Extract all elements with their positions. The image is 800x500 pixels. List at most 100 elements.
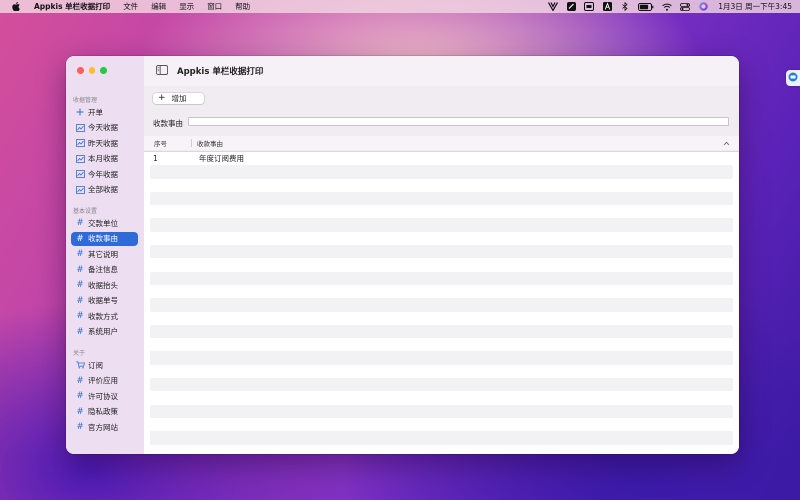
vectorize-app-icon[interactable] xyxy=(548,2,559,12)
sidebar-item-privacy[interactable]: # 隐私政策 xyxy=(71,405,138,419)
plus-icon: + xyxy=(158,93,166,103)
empty-table-row xyxy=(150,431,733,445)
add-button-label: 增加 xyxy=(171,94,187,103)
sidebar-item-label: 收款事由 xyxy=(88,234,118,243)
sidebar-item-label: 昨天收据 xyxy=(88,138,118,148)
empty-table-row xyxy=(150,418,733,431)
sidebar-item-receipt-number[interactable]: # 收据单号 xyxy=(71,294,138,308)
reason-field-label: 收款事由 xyxy=(153,119,183,128)
sidebar-item-website[interactable]: # 官方网站 xyxy=(71,420,138,434)
window-title: Appkis 单栏收据打印 xyxy=(177,67,264,77)
app-name-menu[interactable]: Appkis 单栏收据打印 xyxy=(34,1,110,12)
edit-menu[interactable]: 编辑 xyxy=(151,1,166,12)
chart-icon xyxy=(75,154,85,163)
sidebar-item-today-receipts[interactable]: 今天收据 xyxy=(71,121,138,135)
sidebar-item-payer-unit[interactable]: # 交款单位 xyxy=(71,216,138,230)
sidebar-item-label: 收款方式 xyxy=(88,311,118,321)
empty-table-row xyxy=(150,324,733,339)
apple-menu-icon[interactable] xyxy=(10,0,22,13)
screen-app-icon[interactable] xyxy=(584,2,595,12)
control-center-icon[interactable] xyxy=(680,2,691,12)
sidebar-item-other-notes[interactable]: # 其它说明 xyxy=(71,247,138,261)
empty-table-row xyxy=(150,258,733,271)
hash-icon: # xyxy=(76,391,84,401)
sidebar-item-all-receipts[interactable]: 全部收据 xyxy=(71,183,138,197)
sidebar-item-label: 本月收据 xyxy=(88,154,118,163)
app-window: 收据管理 开单 今天收据 昨天收据 本月收据 今年收据 全部收据 基本设置 # … xyxy=(66,56,739,454)
sidebar-item-label: 交款单位 xyxy=(88,218,118,228)
sidebar-item-month-receipts[interactable]: 本月收据 xyxy=(71,152,138,166)
window-menu[interactable]: 窗口 xyxy=(207,1,222,12)
help-menu[interactable]: 帮助 xyxy=(235,1,250,12)
table-header: 序号 收款事由 xyxy=(144,136,739,150)
text-app-icon[interactable] xyxy=(602,2,612,12)
bluetooth-icon[interactable] xyxy=(620,2,630,12)
cart-icon xyxy=(75,361,85,369)
sidebar-item-rate-app[interactable]: # 评价应用 xyxy=(71,374,138,388)
data-table: 1 年度订阅费用 xyxy=(150,152,733,445)
column-header-reason[interactable]: 收款事由 xyxy=(197,138,223,148)
sidebar-item-label: 全部收据 xyxy=(88,185,118,194)
sidebar-item-label: 许可协议 xyxy=(88,391,118,401)
battery-icon[interactable] xyxy=(638,2,654,12)
siri-icon[interactable] xyxy=(698,2,708,12)
sidebar-toggle-icon[interactable] xyxy=(156,65,168,75)
empty-table-row xyxy=(150,298,733,312)
sidebar-item-subscribe[interactable]: 订阅 xyxy=(71,358,138,372)
sidebar-item-system-users[interactable]: # 系统用户 xyxy=(71,325,138,339)
plus-icon xyxy=(75,108,85,116)
sidebar-item-label: 今年收据 xyxy=(88,169,118,179)
empty-table-row xyxy=(150,165,733,179)
view-menu[interactable]: 显示 xyxy=(179,1,194,12)
hash-icon: # xyxy=(76,218,84,228)
empty-table-row xyxy=(150,285,733,298)
chart-icon xyxy=(75,123,85,132)
empty-table-row xyxy=(150,245,733,259)
sidebar-item-remarks[interactable]: # 备注信息 xyxy=(71,263,138,277)
zoom-window-button[interactable] xyxy=(100,67,107,74)
sidebar-item-payment-method[interactable]: # 收款方式 xyxy=(71,309,138,323)
sidebar-item-label: 系统用户 xyxy=(88,327,118,336)
hash-icon: # xyxy=(76,249,84,259)
helper-app-icon xyxy=(788,72,798,84)
chart-icon xyxy=(75,139,85,147)
reason-input[interactable] xyxy=(188,117,729,126)
close-window-button[interactable] xyxy=(77,67,84,74)
sidebar-item-payment-reason[interactable]: # 收款事由 xyxy=(71,231,138,246)
sidebar-item-receipt-header[interactable]: # 收据抬头 xyxy=(71,278,138,292)
sidebar: 收据管理 开单 今天收据 昨天收据 本月收据 今年收据 全部收据 基本设置 # … xyxy=(66,56,144,454)
sidebar-item-label: 评价应用 xyxy=(88,376,118,385)
column-divider[interactable] xyxy=(191,139,192,147)
file-menu[interactable]: 文件 xyxy=(123,1,138,12)
sidebar-item-label: 今天收据 xyxy=(88,123,118,132)
empty-table-row xyxy=(150,271,733,285)
title-bar: Appkis 单栏收据打印 xyxy=(144,56,739,86)
menu-clock[interactable]: 1月3日 周一下午3:45 xyxy=(718,1,792,12)
empty-table-row xyxy=(150,205,733,218)
sidebar-item-license[interactable]: # 许可协议 xyxy=(71,389,138,403)
empty-table-row xyxy=(150,312,733,325)
hash-icon: # xyxy=(76,295,84,306)
tool-app-icon[interactable] xyxy=(566,2,576,12)
empty-table-row xyxy=(150,365,733,378)
hash-icon: # xyxy=(76,311,84,321)
empty-table-row xyxy=(150,232,733,245)
sort-chevron-icon[interactable] xyxy=(723,140,730,146)
hash-icon: # xyxy=(76,233,84,244)
minimize-window-button[interactable] xyxy=(88,67,95,74)
add-button[interactable]: + 增加 xyxy=(153,93,204,104)
hash-icon: # xyxy=(76,264,84,275)
column-header-seq[interactable]: 序号 xyxy=(154,138,167,148)
sidebar-section-receipt-management: 收据管理 xyxy=(73,97,98,104)
sidebar-item-new-receipt[interactable]: 开单 xyxy=(71,105,138,119)
empty-table-row xyxy=(150,391,733,404)
empty-table-row xyxy=(150,338,733,351)
table-row[interactable]: 1 年度订阅费用 xyxy=(150,152,733,165)
hash-icon: # xyxy=(76,375,84,386)
sidebar-item-year-receipts[interactable]: 今年收据 xyxy=(71,167,138,181)
floating-helper-button[interactable] xyxy=(786,70,800,86)
sidebar-item-yesterday-receipts[interactable]: 昨天收据 xyxy=(71,136,138,150)
empty-table-row xyxy=(150,351,733,365)
wifi-icon[interactable] xyxy=(662,2,672,12)
cell-seq: 1 xyxy=(153,154,158,164)
